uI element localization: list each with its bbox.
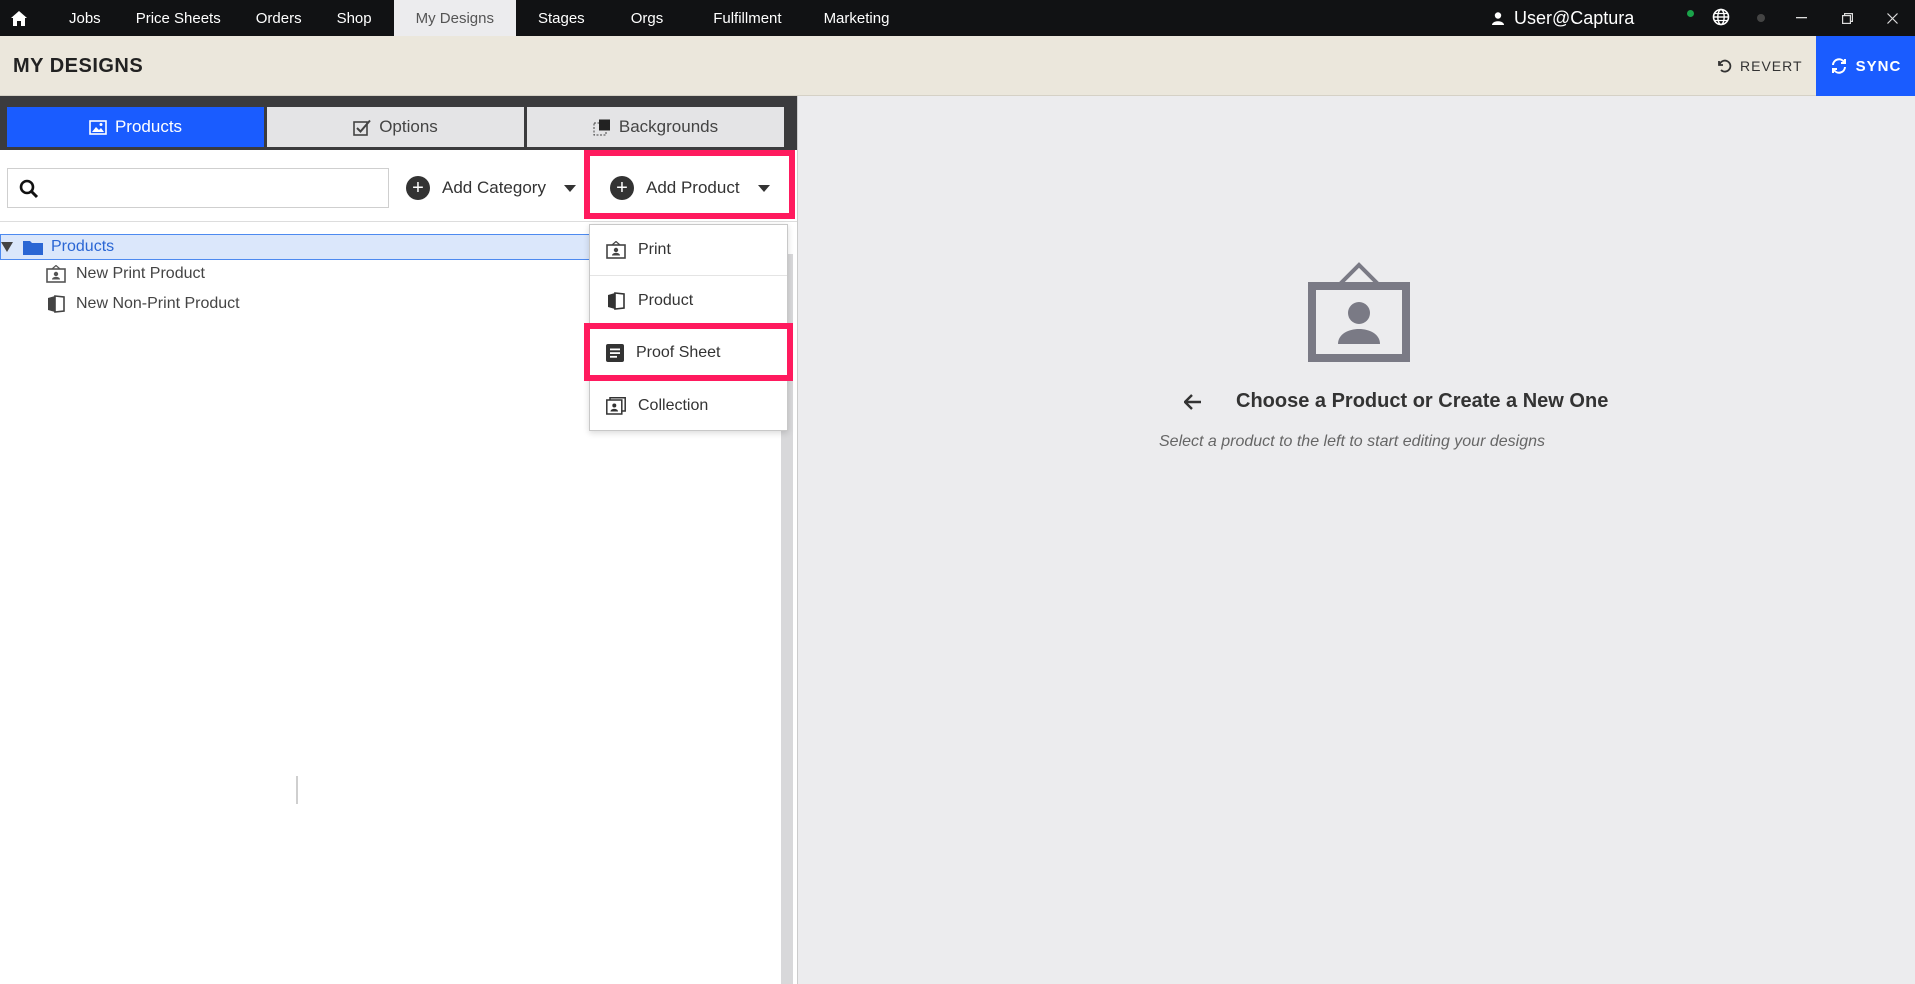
- chevron-down-icon: [757, 184, 770, 192]
- text-cursor-mark: [296, 776, 298, 804]
- tab-products[interactable]: Products: [7, 107, 264, 147]
- globe-icon[interactable]: [1712, 8, 1730, 26]
- home-icon: [10, 10, 27, 26]
- toolbar: + Add Category + Add Product: [0, 150, 797, 222]
- tree-item[interactable]: New Non-Print Product: [46, 292, 240, 316]
- background-icon: [593, 119, 610, 135]
- tree-item-label: New Print Product: [76, 265, 205, 282]
- nav-orgs[interactable]: Orgs: [609, 0, 692, 36]
- empty-state-title-text: Choose a Product or Create a New One: [1236, 390, 1609, 412]
- tree-item[interactable]: New Print Product: [46, 262, 205, 286]
- tab-backgrounds-label: Backgrounds: [618, 117, 719, 136]
- tree-item-label: New Non-Print Product: [76, 295, 240, 312]
- sync-label: SYNC: [1855, 57, 1902, 75]
- empty-state-title: Choose a Product or Create a New One: [1184, 390, 1608, 413]
- undo-icon: [1718, 59, 1732, 73]
- search-box[interactable]: [7, 168, 389, 208]
- tab-products-label: Products: [114, 117, 183, 136]
- menu-item-label: Collection: [638, 396, 709, 414]
- menu-item-print[interactable]: Print: [590, 225, 787, 276]
- revert-button[interactable]: REVERT: [1716, 36, 1803, 96]
- checkbox-icon: [353, 119, 371, 136]
- menu-item-collection[interactable]: Collection: [590, 380, 787, 431]
- image-icon: [89, 119, 107, 135]
- restore-button[interactable]: [1824, 0, 1870, 36]
- nav-marketing[interactable]: Marketing: [802, 0, 912, 36]
- tab-options[interactable]: Options: [267, 107, 524, 147]
- nav-fulfillment[interactable]: Fulfillment: [691, 0, 801, 36]
- product-icon: [608, 292, 625, 310]
- user-name: User@Captura: [1514, 7, 1635, 28]
- menu-item-product[interactable]: Product: [590, 276, 787, 327]
- menu-item-label: Product: [638, 292, 694, 309]
- nav-orders[interactable]: Orders: [238, 0, 319, 36]
- chevron-down-icon: [563, 184, 576, 192]
- product-icon: [48, 295, 65, 313]
- nav-shop[interactable]: Shop: [319, 0, 394, 36]
- tab-options-label: Options: [379, 117, 438, 136]
- right-panel: Choose a Product or Create a New One Sel…: [797, 96, 1915, 984]
- search-input[interactable]: [48, 175, 378, 203]
- add-category-label: Add Category: [442, 178, 546, 197]
- minimize-button[interactable]: [1778, 0, 1824, 36]
- revert-label: REVERT: [1740, 58, 1803, 74]
- home-button[interactable]: [0, 0, 37, 36]
- minimize-icon: [1795, 17, 1807, 19]
- print-icon: [46, 265, 66, 283]
- nav-stages[interactable]: Stages: [516, 0, 609, 36]
- nav-my-designs[interactable]: My Designs: [393, 0, 516, 36]
- status-dot: [1757, 14, 1765, 22]
- empty-state-subtitle: Select a product to the left to start ed…: [1159, 433, 1545, 450]
- expand-triangle-icon[interactable]: [1, 242, 13, 252]
- add-product-label: Add Product: [646, 178, 740, 197]
- print-icon: [606, 241, 626, 259]
- nav-price-sheets[interactable]: Price Sheets: [118, 0, 238, 36]
- tree-root-products[interactable]: Products: [0, 234, 640, 260]
- framed-portrait-icon: [1308, 262, 1410, 362]
- close-icon: [1886, 12, 1898, 24]
- user-menu[interactable]: User@Captura: [1492, 0, 1634, 36]
- plus-circle-icon: +: [610, 176, 634, 200]
- menu-item-label: Print: [638, 241, 671, 258]
- arrow-left-icon: [1184, 393, 1201, 410]
- tab-backgrounds[interactable]: Backgrounds: [527, 107, 784, 147]
- tab-bar: Products Options Backgrounds: [0, 96, 797, 150]
- proof-sheet-highlight: [584, 323, 793, 381]
- folder-icon: [23, 240, 43, 255]
- plus-circle-icon: +: [406, 176, 430, 200]
- add-product-button[interactable]: + Add Product: [610, 168, 770, 208]
- user-icon: [1492, 11, 1504, 25]
- tree-root-label: Products: [51, 238, 115, 255]
- page-title: MY DESIGNS: [13, 55, 144, 77]
- search-icon: [19, 179, 39, 199]
- add-category-button[interactable]: + Add Category: [406, 168, 576, 208]
- restore-icon: [1841, 12, 1853, 24]
- nav-jobs[interactable]: Jobs: [37, 0, 118, 36]
- sync-button[interactable]: SYNC: [1816, 36, 1915, 96]
- sync-icon: [1831, 58, 1846, 74]
- close-button[interactable]: [1869, 0, 1915, 36]
- collection-icon: [606, 396, 626, 415]
- page-header: MY DESIGNS REVERT SYNC: [0, 36, 1915, 96]
- online-status-dot: [1687, 10, 1694, 17]
- top-nav: Jobs Price Sheets Orders Shop My Designs…: [0, 0, 1915, 36]
